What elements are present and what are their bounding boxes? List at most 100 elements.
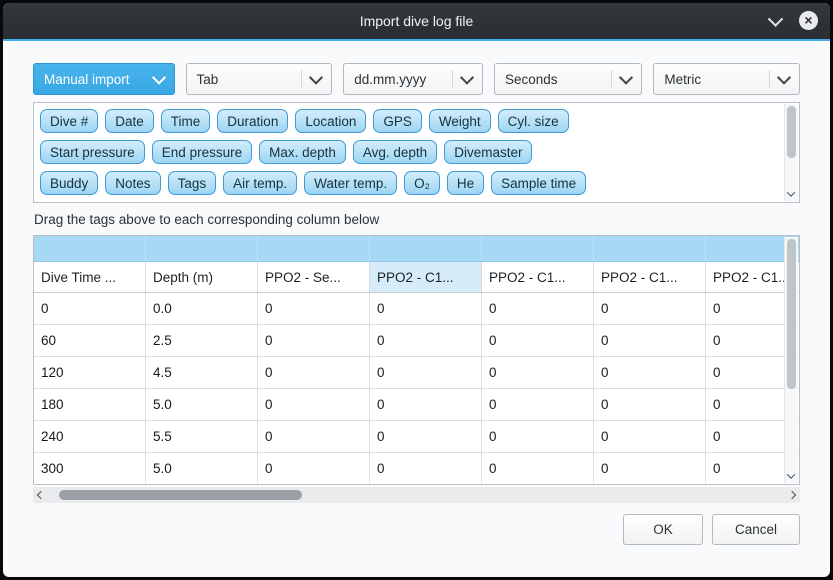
table-cell: 60 <box>34 325 146 357</box>
field-tag[interactable]: End pressure <box>152 140 252 164</box>
column-drop-target[interactable] <box>146 236 258 262</box>
field-tag[interactable]: He <box>447 171 484 195</box>
chevron-down-icon <box>460 71 474 85</box>
drop-target-row <box>34 236 800 262</box>
table-cell: 0 <box>258 293 370 325</box>
column-header[interactable]: PPO2 - C1... <box>482 262 594 293</box>
table-scrollbar-vertical[interactable] <box>784 237 798 483</box>
field-tag[interactable]: Sample depth <box>40 202 143 203</box>
field-tag[interactable]: Water temp. <box>304 171 397 195</box>
field-tag[interactable]: Cyl. size <box>498 109 569 133</box>
field-tag[interactable]: O₂ <box>404 171 440 195</box>
field-tag[interactable]: Buddy <box>40 171 98 195</box>
dialog-content: Manual import Tab dd.mm.yyyy Seconds Met… <box>3 41 830 545</box>
time-format-select[interactable]: Seconds <box>494 63 642 95</box>
table-cell: 300 <box>34 453 146 485</box>
table-cell: 0 <box>594 293 706 325</box>
scroll-down-icon[interactable] <box>787 188 795 196</box>
titlebar[interactable]: Import dive log file × <box>3 3 830 41</box>
import-mode-select[interactable]: Manual import <box>33 63 175 95</box>
table-cell: 0 <box>370 453 482 485</box>
field-tag[interactable]: Notes <box>105 171 160 195</box>
table-cell: 0 <box>258 325 370 357</box>
scroll-right-icon[interactable] <box>788 491 796 499</box>
combo-divider <box>301 70 302 88</box>
table-cell: 0 <box>594 453 706 485</box>
scrollbar-track[interactable] <box>49 490 784 500</box>
dialog-window: Import dive log file × Manual import Tab… <box>3 3 830 577</box>
chevron-down-icon[interactable] <box>766 11 784 29</box>
table-cell: 0 <box>370 325 482 357</box>
import-options-toolbar: Manual import Tab dd.mm.yyyy Seconds Met… <box>33 63 800 95</box>
combo-divider <box>611 70 612 88</box>
table-cell: 0 <box>482 325 594 357</box>
column-drop-target[interactable] <box>482 236 594 262</box>
scroll-left-icon[interactable] <box>37 491 45 499</box>
column-drop-target[interactable] <box>258 236 370 262</box>
field-tag[interactable]: Avg. depth <box>353 140 437 164</box>
chevron-down-icon <box>619 71 633 85</box>
table-row: 3005.0000000 <box>34 453 800 485</box>
chevron-down-icon <box>777 71 791 85</box>
scrollbar-thumb[interactable] <box>59 490 302 500</box>
table-scrollbar-horizontal[interactable] <box>33 487 800 503</box>
table-cell: 120 <box>34 357 146 389</box>
column-drop-target[interactable] <box>34 236 146 262</box>
import-mode-value: Manual import <box>44 72 130 87</box>
units-value: Metric <box>664 72 701 87</box>
cancel-button[interactable]: Cancel <box>712 514 800 545</box>
instruction-label: Drag the tags above to each correspondin… <box>34 212 799 227</box>
field-tag[interactable]: Duration <box>217 109 288 133</box>
table-cell: 0 <box>258 389 370 421</box>
field-tag[interactable]: Air temp. <box>223 171 297 195</box>
chevron-down-icon <box>309 71 323 85</box>
ok-button[interactable]: OK <box>623 514 703 545</box>
tag-row: Sample depth Sample temp. Sample pO₂ Sample… <box>40 202 779 203</box>
header-row: Dive Time ...Depth (m)PPO2 - Se...PPO2 -… <box>34 262 800 293</box>
table-cell: 5.0 <box>146 453 258 485</box>
field-tag[interactable]: Sample time <box>491 171 586 195</box>
field-tag[interactable]: GPS <box>373 109 422 133</box>
tag-row: Buddy Notes TagsAir temp. Water temp. O₂ He Sa… <box>40 171 779 195</box>
table-cell: 0 <box>594 389 706 421</box>
field-tag[interactable]: Dive # <box>40 109 98 133</box>
preview-table: Dive Time ...Depth (m)PPO2 - Se...PPO2 -… <box>34 236 800 485</box>
column-header[interactable]: Dive Time ... <box>34 262 146 293</box>
table-cell: 0 <box>34 293 146 325</box>
column-drop-target[interactable] <box>594 236 706 262</box>
field-tag[interactable]: Weight <box>429 109 491 133</box>
table-cell: 0 <box>594 357 706 389</box>
table-row: 1805.0000000 <box>34 389 800 421</box>
column-header[interactable]: PPO2 - C1... <box>594 262 706 293</box>
table-cell: 0 <box>370 293 482 325</box>
field-tag[interactable]: Max. depth <box>259 140 346 164</box>
field-tag[interactable]: Date <box>105 109 154 133</box>
table-cell: 180 <box>34 389 146 421</box>
units-select[interactable]: Metric <box>653 63 800 95</box>
table-cell: 0 <box>482 453 594 485</box>
window-title: Import dive log file <box>360 13 474 29</box>
table-cell: 0 <box>258 357 370 389</box>
scroll-down-icon[interactable] <box>787 470 795 478</box>
table-cell: 0 <box>482 389 594 421</box>
tag-area-scrollbar[interactable] <box>784 104 798 201</box>
field-separator-select[interactable]: Tab <box>186 63 333 95</box>
field-tag[interactable]: Location <box>295 109 366 133</box>
field-tag[interactable]: Sample pO₂ <box>261 202 354 203</box>
field-tag[interactable]: Divemaster <box>444 140 532 164</box>
column-header[interactable]: Depth (m) <box>146 262 258 293</box>
field-tag[interactable]: Sample temp. <box>150 202 253 203</box>
field-tag[interactable]: Tags <box>168 171 217 195</box>
field-tag[interactable]: Sample CNS <box>360 202 458 203</box>
field-tag[interactable]: Start pressure <box>40 140 145 164</box>
scrollbar-thumb[interactable] <box>787 106 796 158</box>
field-tag[interactable]: Time <box>161 109 211 133</box>
date-format-select[interactable]: dd.mm.yyyy <box>343 63 483 95</box>
close-button[interactable]: × <box>799 11 818 30</box>
column-header[interactable]: PPO2 - Se... <box>258 262 370 293</box>
table-cell: 0 <box>258 453 370 485</box>
column-drop-target[interactable] <box>370 236 482 262</box>
tag-list: Dive # Date TimeDuration Location GPS Weight C… <box>34 103 799 203</box>
column-header[interactable]: PPO2 - C1... <box>370 262 482 293</box>
scrollbar-thumb[interactable] <box>787 239 796 389</box>
